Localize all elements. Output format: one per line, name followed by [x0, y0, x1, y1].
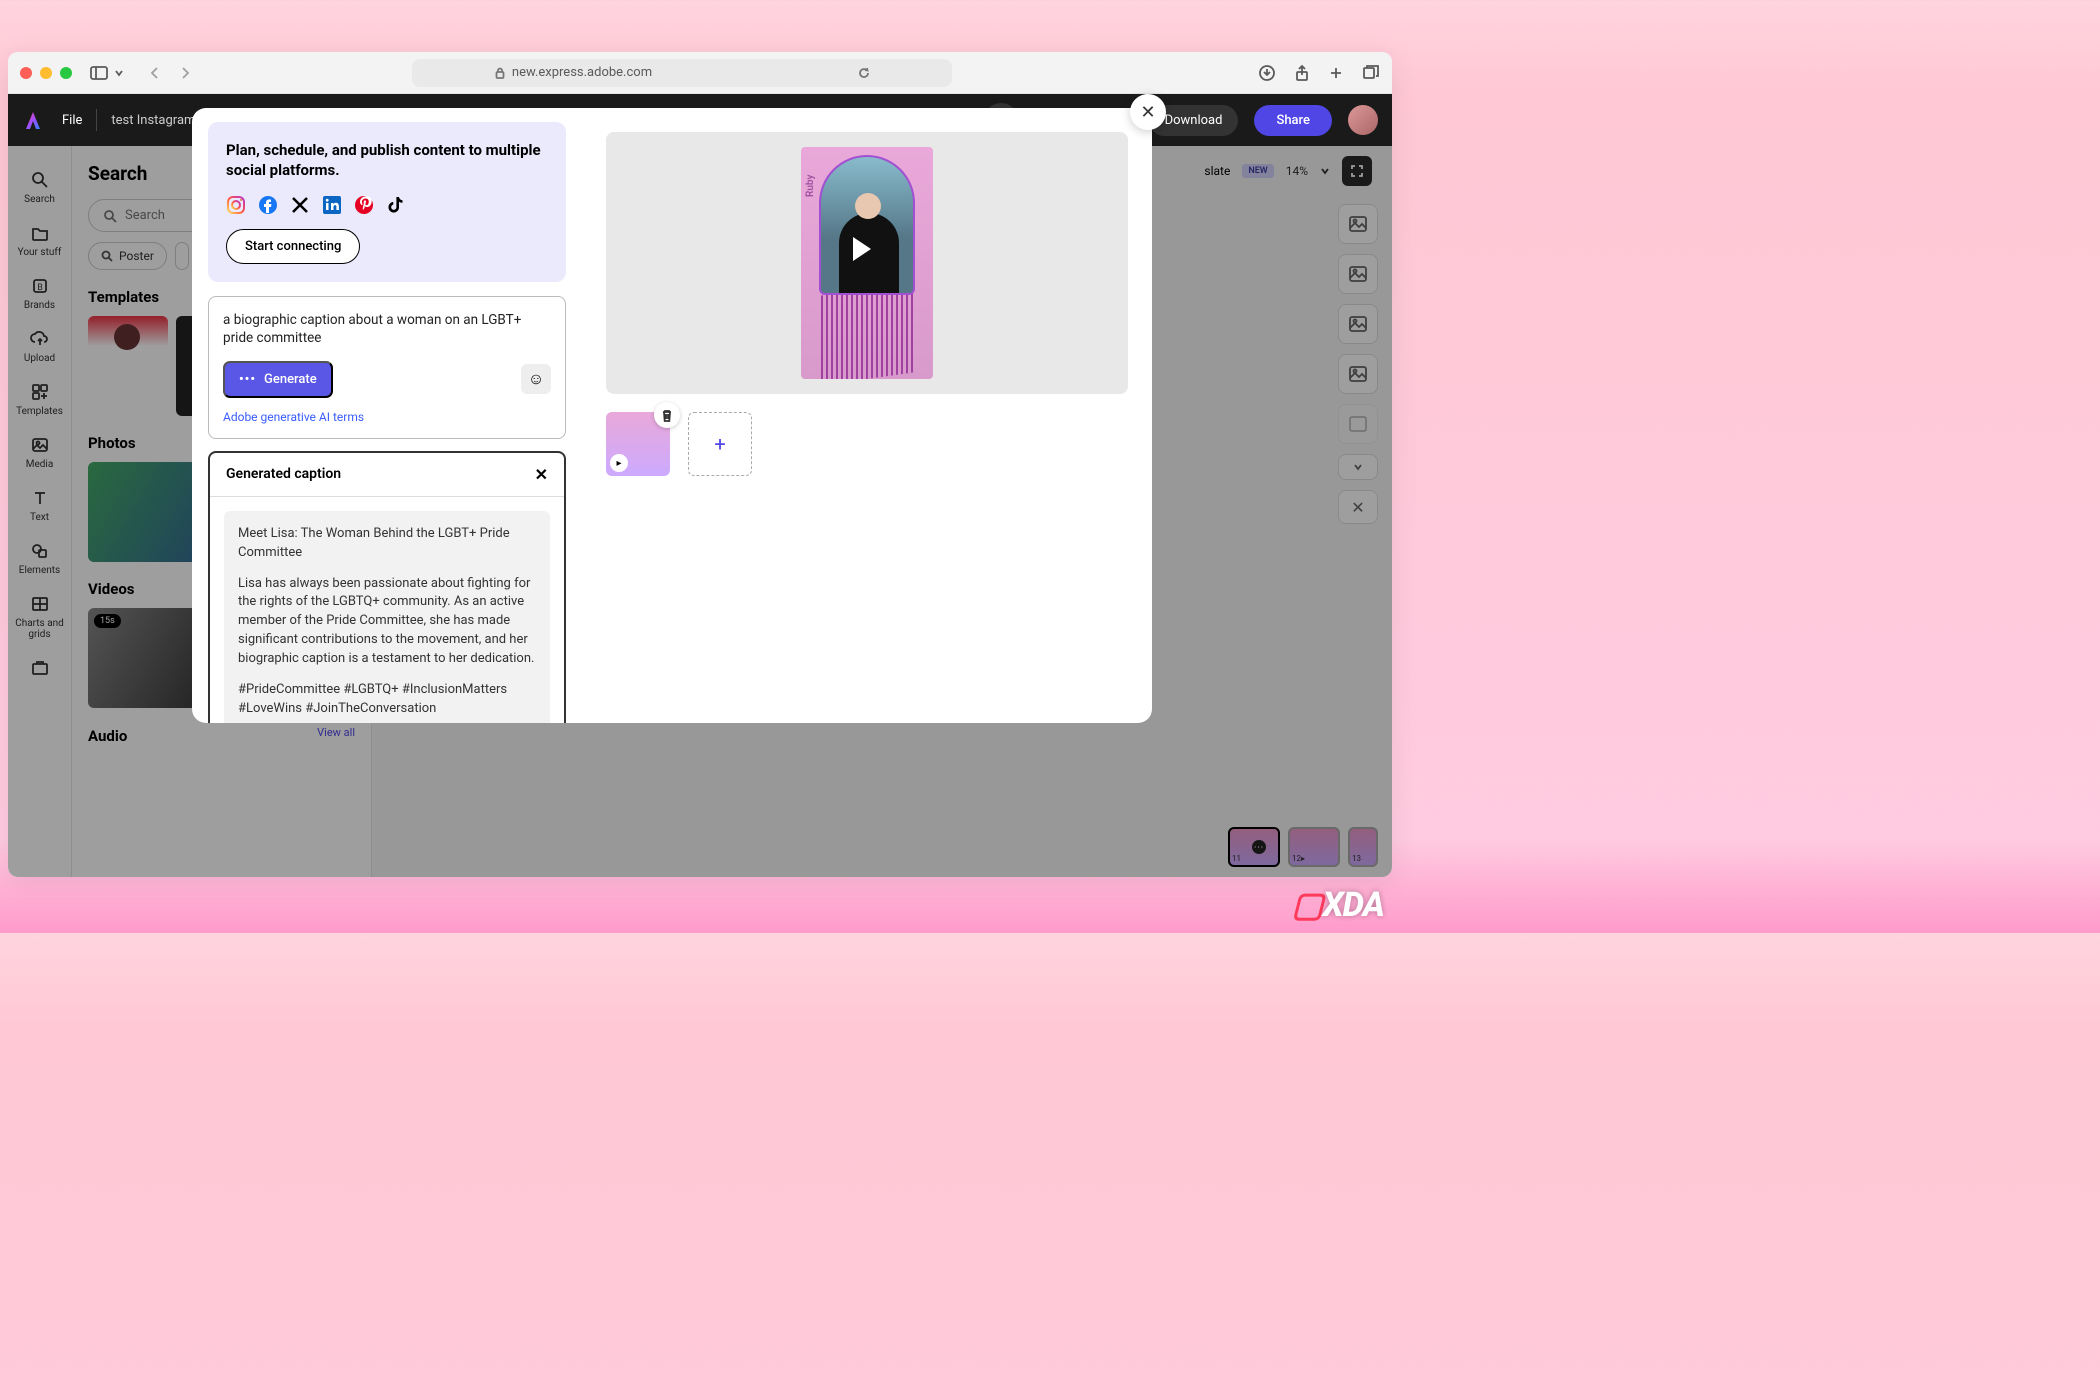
- linkedin-icon: [322, 195, 342, 215]
- generated-caption-card: Generated caption ✕ Meet Lisa: The Woman…: [208, 451, 566, 723]
- forward-icon[interactable]: [178, 66, 192, 80]
- browser-titlebar: new.express.adobe.com: [8, 52, 1392, 94]
- caption-line-2: Lisa has always been passionate about fi…: [238, 575, 536, 669]
- download-icon[interactable]: [1258, 64, 1276, 82]
- add-media-button[interactable]: +: [688, 412, 752, 476]
- modal-right-pane: Ruby ▸ +: [582, 108, 1152, 723]
- window-controls: [20, 67, 72, 79]
- tabs-icon[interactable]: [1362, 64, 1380, 82]
- social-icons-row: [226, 195, 548, 215]
- caption-line-1: Meet Lisa: The Woman Behind the LGBT+ Pr…: [238, 525, 536, 563]
- generated-caption-title: Generated caption: [226, 466, 341, 482]
- prompt-textarea[interactable]: a biographic caption about a woman on an…: [223, 311, 551, 347]
- reload-icon[interactable]: [858, 67, 870, 79]
- story-card[interactable]: Ruby: [801, 147, 933, 379]
- connect-heading: Plan, schedule, and publish content to m…: [226, 140, 548, 181]
- url-text: new.express.adobe.com: [512, 65, 652, 80]
- connect-card: Plan, schedule, and publish content to m…: [208, 122, 566, 282]
- watermark: ▢XDA: [1292, 885, 1384, 925]
- prompt-card: a biographic caption about a woman on an…: [208, 296, 566, 439]
- x-twitter-icon: [290, 195, 310, 215]
- loading-dots-icon: •••: [239, 372, 256, 387]
- caption-text[interactable]: Meet Lisa: The Woman Behind the LGBT+ Pr…: [224, 511, 550, 723]
- ai-terms-link[interactable]: Adobe generative AI terms: [223, 410, 551, 424]
- media-row: ▸ +: [606, 412, 1128, 476]
- play-icon[interactable]: [853, 237, 871, 261]
- modal-left-pane: Plan, schedule, and publish content to m…: [192, 108, 582, 723]
- file-menu[interactable]: File: [62, 113, 82, 128]
- sidebar-toggle[interactable]: [90, 66, 124, 80]
- chevron-down-icon[interactable]: [114, 68, 124, 78]
- user-avatar[interactable]: [1348, 105, 1378, 135]
- close-modal-button[interactable]: ✕: [1130, 94, 1166, 130]
- video-badge-icon: ▸: [610, 454, 628, 472]
- delete-media-button[interactable]: [654, 402, 680, 428]
- share-icon[interactable]: [1294, 64, 1310, 82]
- schedule-modal: ✕ Plan, schedule, and publish content to…: [192, 108, 1152, 723]
- emoji-button[interactable]: ☺: [521, 364, 551, 394]
- caption-hashtags: #PrideCommittee #LGBTQ+ #InclusionMatter…: [238, 681, 536, 719]
- lock-icon: [494, 67, 506, 79]
- maximize-window-icon[interactable]: [60, 67, 72, 79]
- back-icon[interactable]: [148, 66, 162, 80]
- new-tab-icon[interactable]: [1328, 65, 1344, 81]
- media-thumb[interactable]: ▸: [606, 412, 670, 476]
- close-window-icon[interactable]: [20, 67, 32, 79]
- share-button[interactable]: Share: [1254, 105, 1332, 136]
- close-caption-button[interactable]: ✕: [535, 465, 548, 484]
- generate-button[interactable]: •••Generate: [223, 361, 333, 398]
- adobe-express-logo-icon[interactable]: [22, 109, 44, 131]
- instagram-icon: [226, 195, 246, 215]
- separator: [96, 109, 97, 131]
- minimize-window-icon[interactable]: [40, 67, 52, 79]
- tiktok-icon: [386, 195, 406, 215]
- story-label: Ruby: [805, 175, 816, 197]
- pinterest-icon: [354, 195, 374, 215]
- facebook-icon: [258, 195, 278, 215]
- start-connecting-button[interactable]: Start connecting: [226, 229, 360, 264]
- story-preview: Ruby: [606, 132, 1128, 394]
- url-bar[interactable]: new.express.adobe.com: [412, 59, 952, 87]
